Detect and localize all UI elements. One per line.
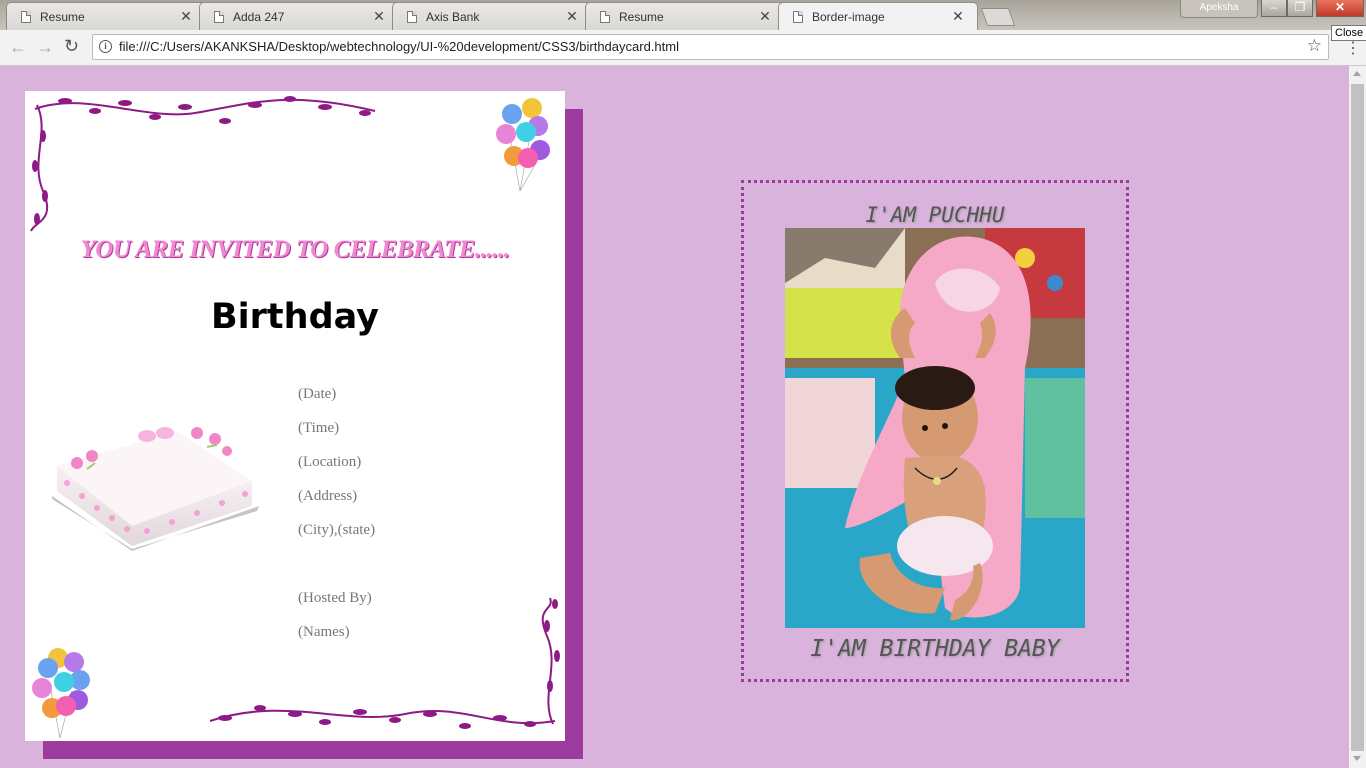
info-icon[interactable]: i: [99, 40, 112, 53]
detail-location: (Location): [298, 454, 362, 470]
vine-decoration: [30, 96, 376, 232]
url-text[interactable]: file:///C:/Users/AKANKSHA/Desktop/webtec…: [119, 39, 679, 54]
page-icon: [793, 10, 803, 23]
scrollbar-thumb[interactable]: [1351, 84, 1364, 751]
balloons-icon: [32, 648, 90, 738]
photo-bottom-caption: I'AM BIRTHDAY BABY: [810, 636, 1060, 662]
invite-heading: YOU ARE INVITED TO CELEBRATE......: [80, 236, 510, 263]
close-icon[interactable]: ✕: [758, 8, 772, 25]
page-icon: [600, 10, 610, 23]
page-icon: [214, 10, 224, 23]
tab-title: Resume: [619, 9, 664, 24]
star-icon[interactable]: ☆: [1307, 36, 1322, 56]
balloons-icon: [496, 98, 550, 191]
close-icon[interactable]: ✕: [179, 8, 193, 25]
forward-icon[interactable]: →: [36, 37, 54, 58]
back-icon[interactable]: ←: [9, 37, 27, 58]
detail-spacer: [298, 554, 375, 588]
detail-address: (Address): [298, 488, 358, 504]
minimize-button[interactable]: –: [1261, 0, 1287, 17]
new-tab-button[interactable]: [980, 8, 1016, 26]
detail-date: (Date): [298, 386, 337, 402]
photo-frame: I'AM PUCHHU I'AM BIRTHDAY BABY: [741, 180, 1129, 682]
window-close-button[interactable]: ✕: [1316, 0, 1364, 17]
cake-image: [52, 427, 259, 551]
menu-icon[interactable]: ⋮: [1345, 38, 1361, 58]
tab-resume-1[interactable]: Resume ✕: [6, 2, 206, 30]
tab-axis-bank[interactable]: Axis Bank ✕: [392, 2, 592, 30]
tab-title: Axis Bank: [426, 9, 480, 24]
photo-top-caption: I'AM PUCHHU: [865, 203, 1005, 227]
tab-title: Border-image: [812, 9, 885, 24]
baby-photo: [785, 228, 1085, 628]
page-icon: [21, 10, 31, 23]
birthday-heading: Birthday: [211, 297, 379, 337]
scrollbar[interactable]: [1349, 66, 1366, 768]
tab-adda247[interactable]: Adda 247 ✕: [199, 2, 399, 30]
detail-time: (Time): [298, 420, 340, 436]
profile-button[interactable]: Apeksha: [1180, 0, 1258, 18]
reload-icon[interactable]: ↻: [64, 36, 79, 57]
page-icon: [407, 10, 417, 23]
tab-title: Adda 247: [233, 9, 285, 24]
birthday-card: YOU ARE INVITED TO CELEBRATE...... Birth…: [25, 91, 565, 741]
scroll-down-arrow-icon[interactable]: [1353, 756, 1361, 761]
browser-toolbar: ← → ↻ i file:///C:/Users/AKANKSHA/Deskto…: [0, 30, 1366, 66]
tab-title: Resume: [40, 9, 85, 24]
close-tooltip: Close: [1331, 25, 1366, 41]
detail-city-state: (City),(state): [298, 522, 376, 538]
tab-strip: Resume ✕ Adda 247 ✕ Axis Bank ✕ Resume ✕…: [0, 0, 1366, 30]
close-icon[interactable]: ✕: [372, 8, 386, 25]
vine-decoration: [209, 597, 560, 729]
scroll-up-arrow-icon[interactable]: [1353, 71, 1361, 76]
profile-name: Apeksha: [1199, 2, 1239, 13]
close-icon[interactable]: ✕: [565, 8, 579, 25]
address-bar[interactable]: i file:///C:/Users/AKANKSHA/Desktop/webt…: [92, 34, 1329, 60]
close-icon[interactable]: ✕: [951, 8, 965, 25]
tab-resume-2[interactable]: Resume ✕: [585, 2, 785, 30]
tab-border-image[interactable]: Border-image ✕: [778, 2, 978, 30]
maximize-button[interactable]: ❐: [1287, 0, 1313, 17]
